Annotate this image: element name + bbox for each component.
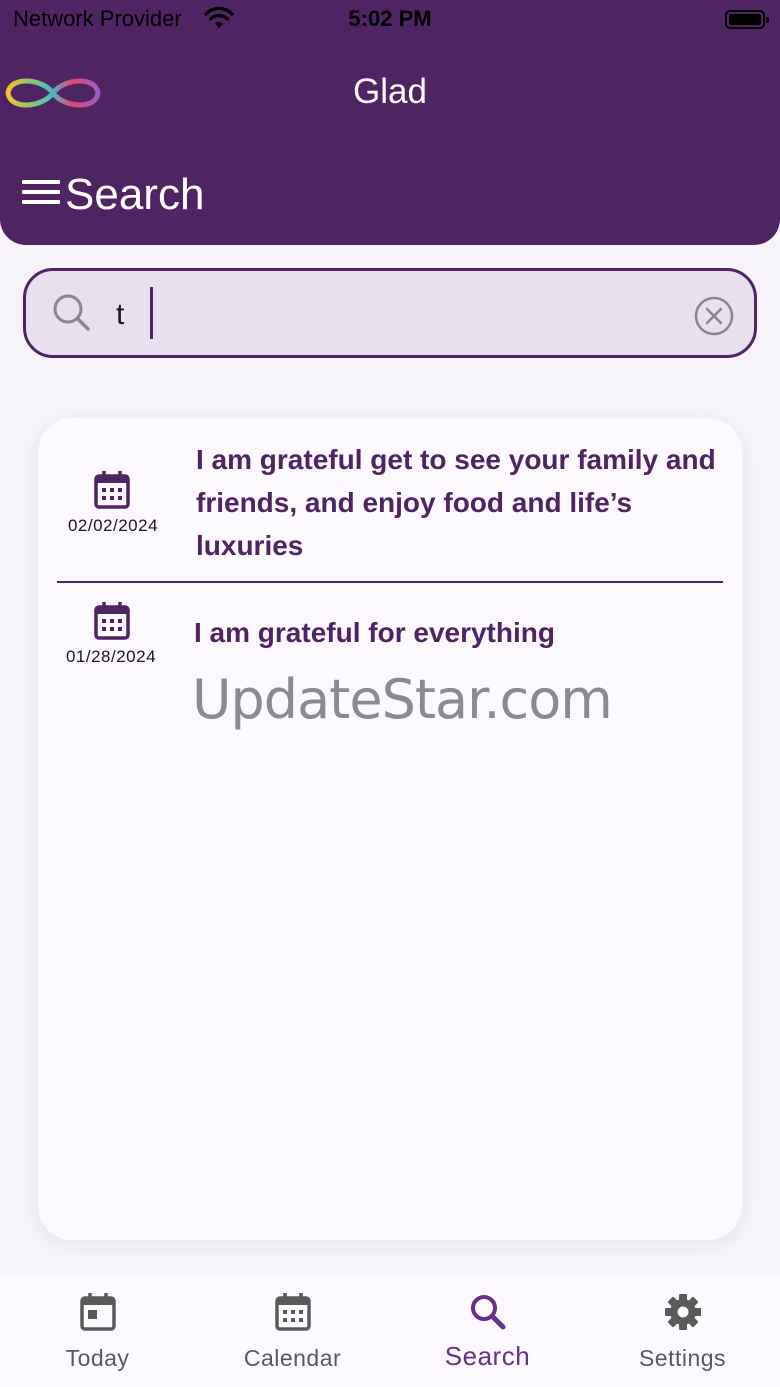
tab-today[interactable]: Today [0,1277,195,1387]
tab-label: Search [444,1341,531,1371]
calendar-icon [275,1293,311,1331]
search-icon [53,294,90,331]
calendar-icon [94,471,130,509]
tab-settings[interactable]: Settings [585,1277,780,1387]
battery-icon [725,10,769,29]
results-list: 02/02/2024 I am grateful get to see your… [38,418,742,1240]
gear-icon [665,1294,701,1330]
app-header: Network Provider 5:02 PM Glad Search [0,0,780,245]
entry-text: I am grateful for everything [194,617,555,648]
search-icon [471,1295,506,1330]
tab-calendar[interactable]: Calendar [195,1277,390,1387]
entry-date: 01/28/2024 [65,647,157,666]
watermark: UpdateStar.com [192,668,613,731]
entry-text: I am grateful get to see your family and… [196,444,716,561]
app-title: Glad [353,72,427,111]
today-icon [80,1293,116,1331]
search-input[interactable] [116,293,676,337]
tab-label: Calendar [243,1345,342,1371]
status-bar: Network Provider 5:02 PM [0,0,780,40]
page-title: Search [65,170,205,219]
list-item[interactable]: 02/02/2024 I am grateful get to see your… [38,418,742,583]
calendar-icon [94,602,130,640]
text-caret [150,287,153,339]
entry-date: 02/02/2024 [67,516,159,535]
tab-label: Today [65,1345,130,1371]
search-bar [23,268,757,358]
menu-button[interactable] [22,180,60,212]
bottom-tab-bar: Today Calendar Search Settings [0,1277,780,1387]
clear-circle-icon[interactable] [693,295,735,337]
tab-label: Settings [638,1345,727,1371]
tab-search[interactable]: Search [390,1277,585,1387]
status-time: 5:02 PM [348,6,432,31]
